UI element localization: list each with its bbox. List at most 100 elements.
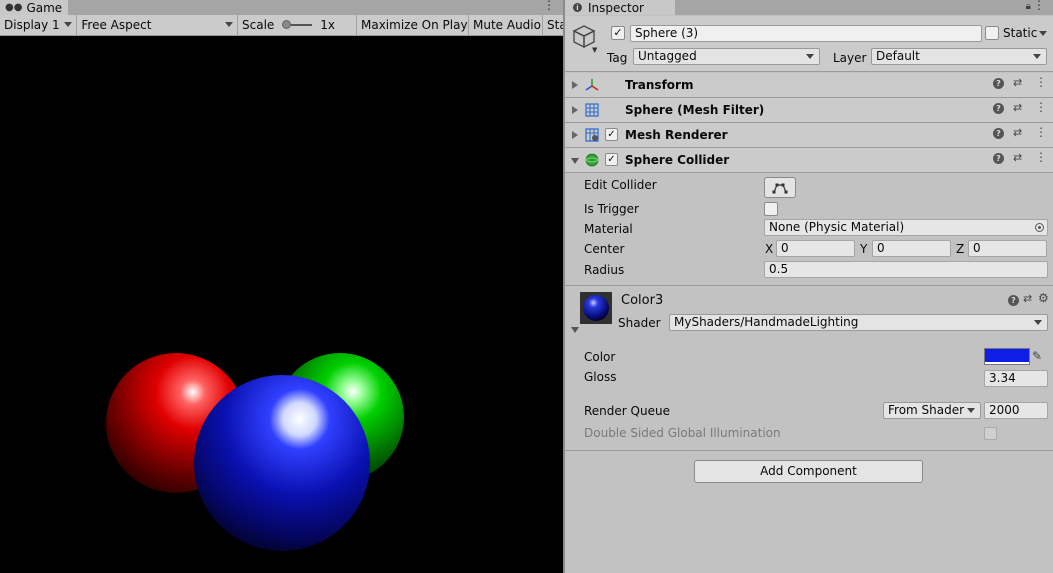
sphere-collider-icon: [585, 153, 599, 167]
is-trigger-checkbox[interactable]: [764, 202, 778, 216]
color-swatch-fill: [985, 349, 1029, 362]
static-checkbox[interactable]: [985, 26, 999, 40]
component-enabled-checkbox[interactable]: ✓: [605, 128, 618, 141]
gloss-label: Gloss: [584, 370, 617, 384]
gameobject-header: ▼ ✓ Sphere (3) Static Tag Untagged Layer…: [565, 16, 1053, 72]
inspector-tab-bar: i Inspector 🔒︎ ⋮: [565, 0, 1053, 15]
render-queue-label: Render Queue: [584, 404, 670, 418]
sphere-collider-properties: Edit Collider Is Trigger Material None (…: [565, 172, 1053, 285]
gloss-field[interactable]: 3.34: [984, 370, 1048, 387]
center-z-label: Z: [956, 242, 965, 256]
foldout-arrow-icon[interactable]: [571, 158, 579, 164]
mute-audio-toggle[interactable]: Mute Audio: [469, 15, 543, 35]
color-swatch[interactable]: [984, 348, 1030, 365]
component-title: Transform: [625, 78, 694, 92]
double-sided-gi-label: Double Sided Global Illumination: [584, 426, 781, 440]
chevron-down-icon: [64, 22, 73, 27]
static-dropdown-icon[interactable]: [1039, 31, 1047, 36]
scale-slider[interactable]: [282, 20, 313, 29]
preset-icon[interactable]: ⇄: [1013, 151, 1022, 164]
help-icon[interactable]: ?: [993, 103, 1004, 114]
tab-inspector[interactable]: i Inspector: [565, 0, 675, 15]
component-title: Sphere Collider: [625, 153, 730, 167]
transform-icon: [585, 79, 599, 91]
chevron-down-icon: [1033, 54, 1041, 59]
help-icon[interactable]: ?: [993, 153, 1004, 164]
object-picker-icon[interactable]: [1035, 223, 1044, 232]
component-sphere-collider[interactable]: ✓ Sphere Collider ? ⇄ ⋮: [565, 148, 1053, 173]
preset-icon[interactable]: ⇄: [1023, 292, 1032, 305]
preset-icon[interactable]: ⇄: [1013, 76, 1022, 89]
scale-control: Scale 1x: [238, 15, 357, 35]
chevron-down-icon: [967, 408, 975, 413]
tag-dropdown[interactable]: Untagged: [633, 48, 820, 65]
material-label: Material: [584, 222, 633, 236]
material-preview: [580, 292, 612, 324]
preset-icon[interactable]: ⇄: [1013, 126, 1022, 139]
preset-icon[interactable]: ⇄: [1013, 101, 1022, 114]
chevron-down-icon[interactable]: ▼: [592, 46, 597, 54]
component-menu-icon[interactable]: ⋮: [1035, 100, 1047, 114]
add-component-button[interactable]: Add Component: [694, 460, 923, 483]
component-mesh-renderer[interactable]: ✓ Mesh Renderer ? ⇄ ⋮: [565, 123, 1053, 148]
stats-toggle[interactable]: Stats: [543, 15, 563, 35]
component-menu-icon[interactable]: ⋮: [1035, 150, 1047, 164]
help-icon[interactable]: ?: [1008, 295, 1019, 306]
render-queue-field[interactable]: 2000: [984, 402, 1048, 419]
display-dropdown[interactable]: Display 1: [0, 15, 78, 35]
panel-menu-icon[interactable]: ⋮: [543, 0, 555, 12]
edit-collider-label: Edit Collider: [584, 178, 657, 192]
game-viewport[interactable]: [0, 37, 563, 573]
help-icon[interactable]: ?: [993, 128, 1004, 139]
mute-audio-label: Mute Audio: [473, 18, 541, 32]
layer-dropdown[interactable]: Default: [871, 48, 1047, 65]
shader-dropdown-value: MyShaders/HandmadeLighting: [674, 315, 859, 329]
edit-collider-icon: [772, 183, 788, 194]
color-label: Color: [584, 350, 616, 364]
component-transform[interactable]: Transform ? ⇄ ⋮: [565, 73, 1053, 98]
maximize-on-play-label: Maximize On Play: [361, 18, 468, 32]
foldout-arrow-icon[interactable]: [572, 106, 578, 114]
is-trigger-label: Is Trigger: [584, 202, 639, 216]
panel-menu-icon[interactable]: ⋮: [1033, 0, 1045, 12]
object-name-field[interactable]: Sphere (3): [630, 25, 982, 42]
game-panel: ●● Game ⋮ Display 1 Free Aspect Scale 1x…: [0, 0, 563, 573]
component-title: Sphere (Mesh Filter): [625, 103, 765, 117]
aspect-dropdown[interactable]: Free Aspect: [77, 15, 238, 35]
maximize-on-play-toggle[interactable]: Maximize On Play: [357, 15, 469, 35]
foldout-arrow-icon[interactable]: [571, 327, 579, 333]
chevron-down-icon: [225, 22, 233, 27]
scale-slider-knob[interactable]: [282, 20, 292, 29]
active-checkbox[interactable]: ✓: [611, 26, 625, 40]
eyedropper-icon[interactable]: ✎: [1032, 349, 1042, 363]
center-z-field[interactable]: 0: [968, 240, 1047, 257]
center-y-field[interactable]: 0: [872, 240, 951, 257]
tag-label: Tag: [607, 51, 628, 65]
tag-dropdown-value: Untagged: [638, 49, 697, 63]
radius-field[interactable]: 0.5: [764, 261, 1048, 278]
layer-label: Layer: [833, 51, 867, 65]
foldout-arrow-icon[interactable]: [572, 81, 578, 89]
render-queue-dropdown[interactable]: From Shader: [883, 402, 981, 419]
static-label: Static: [1003, 26, 1038, 40]
tab-game[interactable]: ●● Game: [0, 0, 68, 15]
center-label: Center: [584, 242, 625, 256]
edit-collider-button[interactable]: [764, 177, 796, 198]
double-sided-gi-checkbox: [984, 427, 997, 440]
component-menu-icon[interactable]: ⋮: [1035, 125, 1047, 139]
lock-icon[interactable]: 🔒︎: [1026, 1, 1031, 12]
help-icon[interactable]: ?: [993, 78, 1004, 89]
component-mesh-filter[interactable]: Sphere (Mesh Filter) ? ⇄ ⋮: [565, 98, 1053, 123]
stats-label: Stats: [547, 18, 563, 32]
blue-sphere: [194, 375, 370, 551]
shader-dropdown[interactable]: MyShaders/HandmadeLighting: [669, 314, 1048, 331]
physic-material-field[interactable]: None (Physic Material): [764, 219, 1048, 236]
physic-material-value: None (Physic Material): [769, 220, 905, 234]
component-menu-icon[interactable]: ⋮: [1035, 75, 1047, 89]
gear-icon[interactable]: ⚙: [1038, 291, 1049, 305]
center-x-field[interactable]: 0: [776, 240, 855, 257]
aspect-dropdown-label: Free Aspect: [81, 18, 152, 32]
foldout-arrow-icon[interactable]: [572, 131, 578, 139]
chevron-down-icon: [806, 54, 814, 59]
component-enabled-checkbox[interactable]: ✓: [605, 153, 618, 166]
